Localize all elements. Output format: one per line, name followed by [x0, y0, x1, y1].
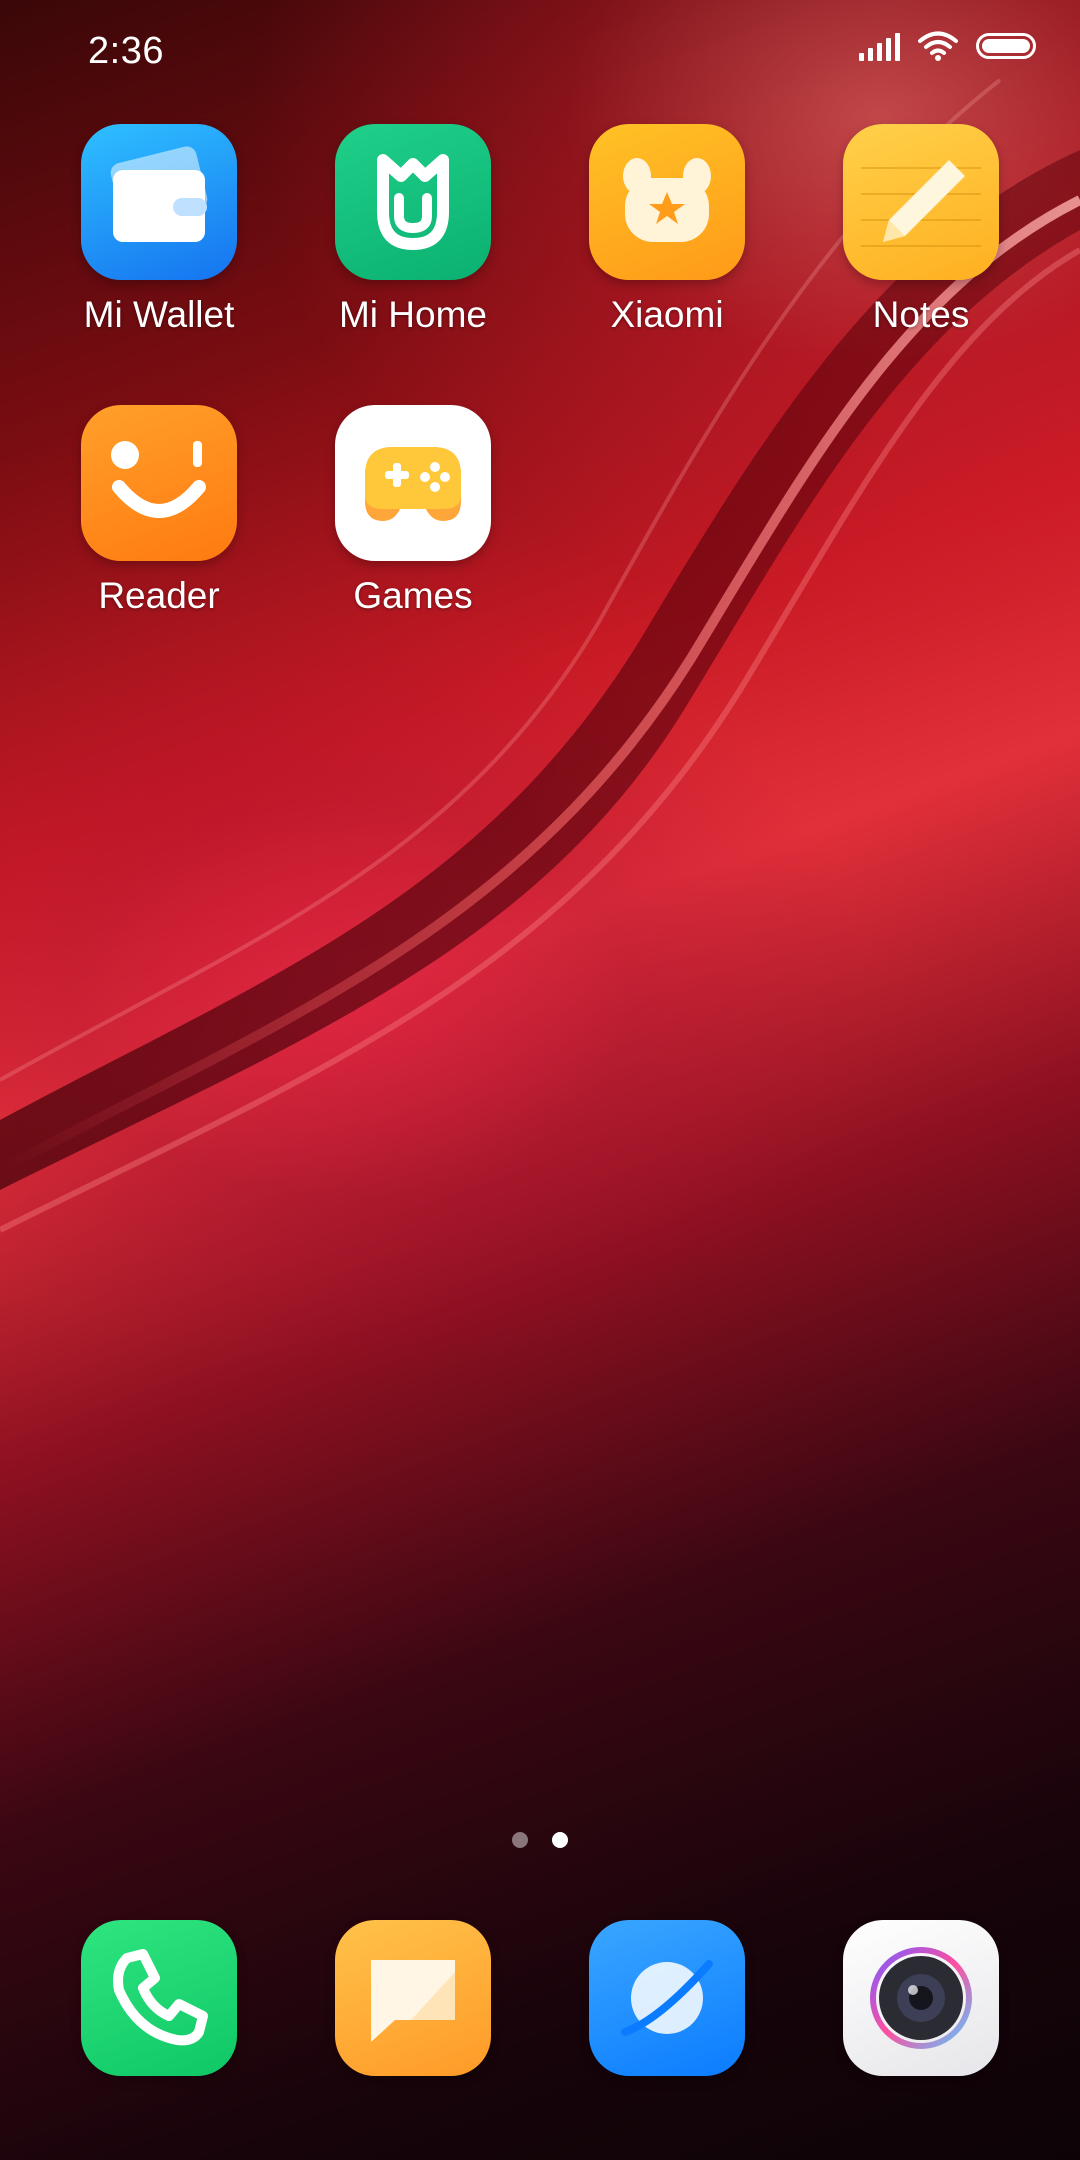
app-label: Mi Wallet — [83, 294, 235, 335]
page-dot-1[interactable] — [512, 1832, 528, 1848]
mi-bunny-icon — [589, 124, 745, 280]
wifi-icon — [918, 31, 958, 61]
dock-app-browser[interactable] — [589, 1920, 745, 2076]
status-time: 2:36 — [88, 30, 164, 72]
home-screen: 2:36 Mi Wallet Mi Home Xiaomi Notes Read… — [0, 0, 1080, 2160]
app-label: Reader — [98, 575, 220, 616]
mi-home-icon — [335, 124, 491, 280]
notes-pencil-icon — [843, 124, 999, 280]
battery-icon — [976, 33, 1036, 59]
page-indicator[interactable] — [0, 1832, 1080, 1848]
app-mi-home[interactable]: Mi Home — [313, 124, 513, 336]
app-notes[interactable]: Notes — [821, 124, 1021, 336]
dock-app-phone[interactable] — [81, 1920, 237, 2076]
dock-app-messages[interactable] — [335, 1920, 491, 2076]
dock-app-camera[interactable] — [843, 1920, 999, 2076]
status-icons — [859, 30, 1036, 62]
app-label: Xiaomi — [610, 294, 724, 335]
app-label: Notes — [872, 294, 970, 335]
app-label: Games — [353, 575, 473, 616]
app-xiaomi[interactable]: Xiaomi — [567, 124, 767, 336]
app-games[interactable]: Games — [313, 405, 513, 617]
app-reader[interactable]: Reader — [59, 405, 259, 617]
page-dot-2[interactable] — [552, 1832, 568, 1848]
wink-face-icon — [81, 405, 237, 561]
browser-icon — [589, 1920, 745, 2076]
app-label: Mi Home — [338, 294, 488, 335]
messages-icon — [335, 1920, 491, 2076]
signal-icon — [859, 31, 900, 61]
status-bar: 2:36 — [0, 0, 1080, 100]
app-mi-wallet[interactable]: Mi Wallet — [59, 124, 259, 336]
camera-icon — [843, 1920, 999, 2076]
gamepad-icon — [335, 405, 491, 561]
phone-icon — [81, 1920, 237, 2076]
wallet-icon — [81, 124, 237, 280]
